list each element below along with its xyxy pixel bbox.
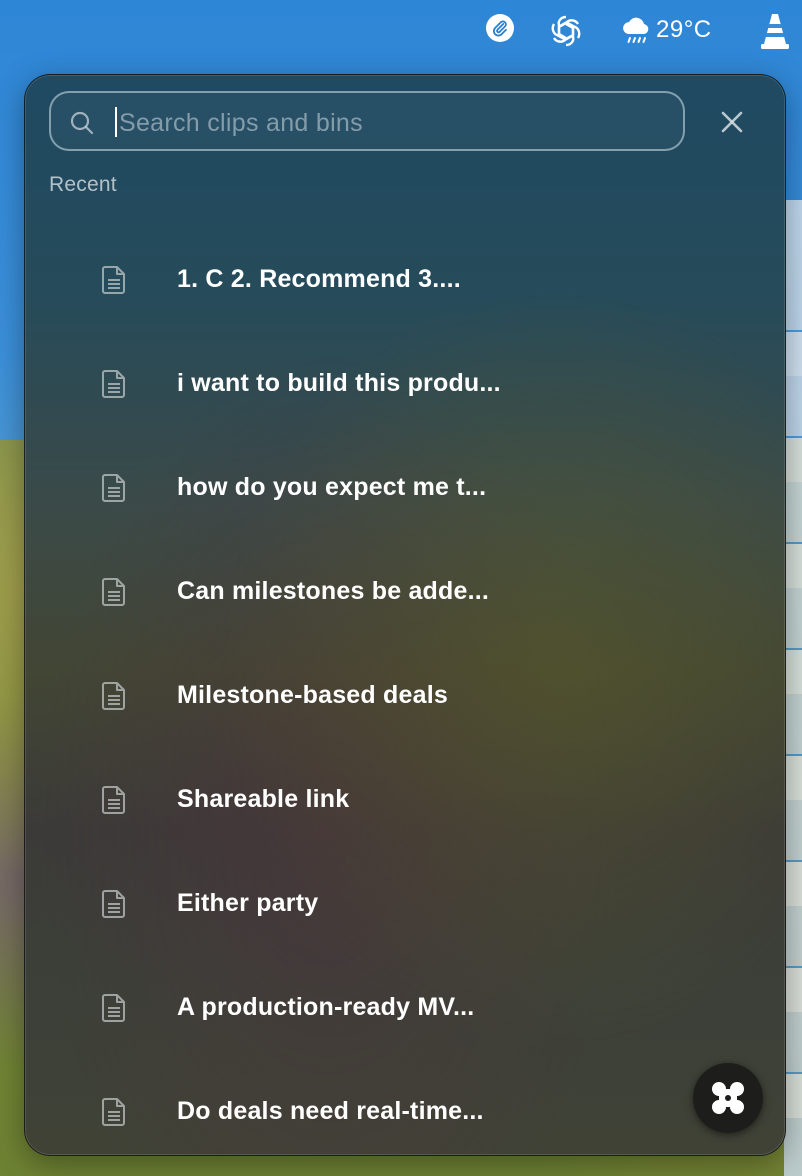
menu-bar: 29°C xyxy=(0,0,802,64)
clip-item-label: Can milestones be adde... xyxy=(177,577,490,605)
clip-item[interactable]: A production-ready MV... xyxy=(25,955,785,1059)
rain-cloud-icon xyxy=(623,17,649,43)
clip-item[interactable]: Can milestones be adde... xyxy=(25,539,785,643)
vlc-cone-icon[interactable] xyxy=(760,12,790,55)
search-input[interactable] xyxy=(117,101,661,145)
document-icon xyxy=(102,474,125,502)
document-icon xyxy=(102,994,125,1022)
search-icon xyxy=(70,111,94,135)
document-icon xyxy=(102,890,125,918)
app-logo-icon xyxy=(710,1080,746,1116)
background-window-edge xyxy=(784,200,802,1176)
recent-section-label: Recent xyxy=(49,173,117,196)
clip-item-label: i want to build this produ... xyxy=(177,369,501,397)
document-icon xyxy=(102,370,125,398)
clip-item[interactable]: Do deals need real-time... xyxy=(25,1059,785,1155)
app-menu-button[interactable] xyxy=(693,1063,763,1133)
document-icon xyxy=(102,1098,125,1126)
clip-item-label: 1. C 2. Recommend 3.... xyxy=(177,265,461,293)
openai-icon[interactable] xyxy=(548,13,584,54)
clip-item[interactable]: i want to build this produ... xyxy=(25,331,785,435)
clip-item[interactable]: Milestone-based deals xyxy=(25,643,785,747)
close-button[interactable] xyxy=(719,109,745,135)
document-icon xyxy=(102,266,125,294)
clip-item-label: Do deals need real-time... xyxy=(177,1097,484,1125)
weather-widget[interactable]: 29°C xyxy=(620,14,712,46)
document-icon xyxy=(102,578,125,606)
clip-item[interactable]: 1. C 2. Recommend 3.... xyxy=(25,227,785,331)
clip-item[interactable]: Shareable link xyxy=(25,747,785,851)
clip-item-label: Milestone-based deals xyxy=(177,681,448,709)
weather-temperature: 29°C xyxy=(656,16,712,43)
document-icon xyxy=(102,786,125,814)
close-icon xyxy=(721,111,743,133)
clip-item-label: A production-ready MV... xyxy=(177,993,475,1021)
clip-item[interactable]: Either party xyxy=(25,851,785,955)
clipboard-panel: Recent 1. C 2. Recommend 3.... i want to… xyxy=(24,74,786,1156)
search-field[interactable] xyxy=(49,91,685,151)
document-icon xyxy=(102,682,125,710)
clip-item-label: how do you expect me t... xyxy=(177,473,487,501)
clip-list: 1. C 2. Recommend 3.... i want to build … xyxy=(25,227,785,1155)
clipboard-clip-icon[interactable] xyxy=(486,14,514,42)
clip-item-label: Shareable link xyxy=(177,785,350,813)
clip-item-label: Either party xyxy=(177,889,319,917)
clip-item[interactable]: how do you expect me t... xyxy=(25,435,785,539)
